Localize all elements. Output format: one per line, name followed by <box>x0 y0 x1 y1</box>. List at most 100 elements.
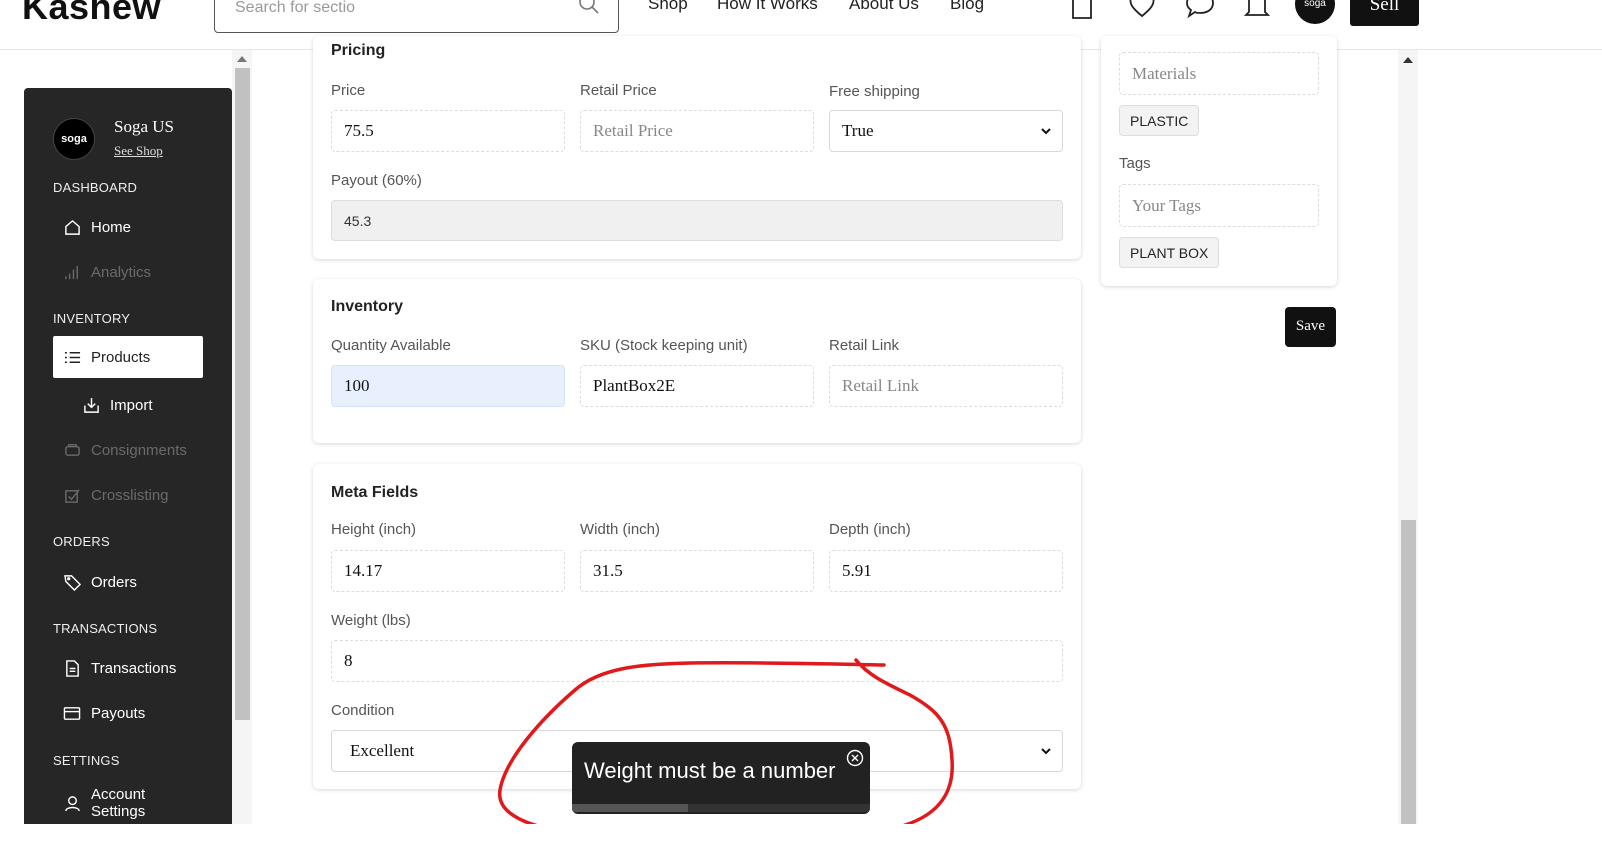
section-settings: SETTINGS <box>53 753 120 768</box>
meta-fields-title: Meta Fields <box>331 484 419 501</box>
width-field[interactable]: 31.5 <box>580 550 814 592</box>
sku-field[interactable]: PlantBox2E <box>580 365 814 407</box>
weight-label: Weight (lbs) <box>331 612 411 629</box>
tags-label: Tags <box>1119 155 1151 172</box>
sidebar-item-label: Transactions <box>91 659 177 677</box>
quantity-field[interactable]: 100 <box>331 365 565 407</box>
tag-icon <box>63 573 81 591</box>
sidebar-item-payouts[interactable]: Payouts <box>53 692 203 734</box>
search-input[interactable] <box>235 0 565 19</box>
payout-field: 45.3 <box>331 200 1063 241</box>
sidebar-item-home[interactable]: Home <box>53 206 203 248</box>
nav-blog[interactable]: Blog <box>950 0 984 14</box>
section-transactions: TRANSACTIONS <box>53 621 158 636</box>
tag-chip[interactable]: PLANT BOX <box>1119 237 1220 268</box>
home-icon <box>63 218 81 236</box>
scroll-up-arrow-icon[interactable] <box>237 56 247 62</box>
sidebar-item-crosslisting[interactable]: Crosslisting <box>53 474 203 516</box>
account-label-line2: Settings <box>91 803 146 820</box>
sidebar-item-label: Consignments <box>91 441 187 459</box>
height-label: Height (inch) <box>331 521 417 538</box>
user-icon <box>63 794 81 812</box>
pricing-card: Pricing Price 75.5 Retail Price Retail P… <box>313 36 1081 259</box>
free-shipping-value: True <box>842 121 874 140</box>
chevron-down-icon <box>1041 748 1051 755</box>
sidebar-item-label: Crosslisting <box>91 486 169 504</box>
list-icon <box>63 348 81 366</box>
toast-message: Weight must be a number <box>584 758 836 783</box>
sidebar-item-label: Home <box>91 218 132 236</box>
inventory-card: Inventory Quantity Available 100 SKU (St… <box>313 279 1081 443</box>
shop-name: Soga US <box>114 117 174 136</box>
attributes-card: Materials PLASTIC Tags Your Tags PLANT B… <box>1101 36 1337 286</box>
kashew-logo[interactable]: Kashew <box>22 0 161 28</box>
retail-link-label: Retail Link <box>829 337 900 354</box>
meta-fields-card: Meta Fields Height (inch) 14.17 Width (i… <box>313 464 1081 789</box>
pricing-title: Pricing <box>331 42 386 59</box>
import-icon <box>82 396 100 414</box>
toast-progress-bar <box>572 804 689 812</box>
nav-about-us[interactable]: About Us <box>849 0 919 14</box>
sku-label: SKU (Stock keeping unit) <box>580 337 748 354</box>
price-field[interactable]: 75.5 <box>331 110 565 152</box>
depth-field[interactable]: 5.91 <box>829 550 1063 592</box>
section-orders: ORDERS <box>53 534 110 549</box>
sidebar-item-label: Products <box>91 348 151 366</box>
user-avatar[interactable]: soga <box>1295 0 1335 24</box>
free-shipping-select[interactable]: True <box>829 110 1063 152</box>
material-chip[interactable]: PLASTIC <box>1119 105 1200 136</box>
sidebar-item-products[interactable]: Products <box>53 336 203 378</box>
sidebar-item-label: Payouts <box>91 704 146 722</box>
tags-field[interactable]: Your Tags <box>1119 184 1319 227</box>
sidebar: soga Soga US See Shop DASHBOARD Home Ana… <box>24 88 232 824</box>
error-toast: Weight must be a number <box>572 742 870 814</box>
sidebar-item-label: Orders <box>91 573 137 591</box>
materials-field[interactable]: Materials <box>1119 52 1319 95</box>
page-scrollbar-thumb[interactable] <box>1401 520 1416 824</box>
payout-label: Payout (60%) <box>331 172 422 189</box>
retail-price-label: Retail Price <box>580 82 657 99</box>
consignment-icon <box>63 441 81 459</box>
listing-icon[interactable] <box>1070 0 1100 20</box>
heart-icon[interactable] <box>1127 0 1157 20</box>
analytics-icon <box>63 263 81 281</box>
close-icon[interactable] <box>846 749 864 767</box>
save-button[interactable]: Save <box>1285 307 1336 347</box>
crosslisting-icon <box>63 486 81 504</box>
width-label: Width (inch) <box>580 521 661 538</box>
nav-shop[interactable]: Shop <box>648 0 688 14</box>
card-icon <box>63 704 81 722</box>
quantity-label: Quantity Available <box>331 337 451 354</box>
sidebar-scrollbar-thumb[interactable] <box>235 68 250 720</box>
section-inventory: INVENTORY <box>53 311 131 326</box>
scroll-up-arrow-icon[interactable] <box>1403 57 1413 63</box>
see-shop-link[interactable]: See Shop <box>114 143 163 159</box>
sidebar-item-consignments[interactable]: Consignments <box>53 429 203 471</box>
sell-button[interactable]: Sell <box>1350 0 1419 26</box>
sidebar-item-account-settings[interactable]: Account Settings <box>53 782 203 824</box>
sidebar-item-label: Analytics <box>91 263 152 281</box>
chat-icon[interactable] <box>1185 0 1215 20</box>
nav-how-it-works[interactable]: How It Works <box>717 0 818 14</box>
sidebar-item-import[interactable]: Import <box>72 384 222 426</box>
free-shipping-label: Free shipping <box>829 83 920 100</box>
sidebar-item-label: Import <box>110 396 153 414</box>
inventory-title: Inventory <box>331 298 404 315</box>
sidebar-item-analytics[interactable]: Analytics <box>53 251 203 293</box>
search-icon[interactable] <box>577 0 601 16</box>
weight-field[interactable]: 8 <box>331 640 1063 682</box>
bell-icon[interactable] <box>1242 0 1272 20</box>
sidebar-item-label: Account Settings <box>91 786 145 820</box>
section-dashboard: DASHBOARD <box>53 180 138 195</box>
condition-label: Condition <box>331 702 395 719</box>
shop-avatar: soga <box>53 118 95 160</box>
sidebar-item-transactions[interactable]: Transactions <box>53 647 203 689</box>
search-box <box>214 0 619 33</box>
height-field[interactable]: 14.17 <box>331 550 565 592</box>
retail-price-field[interactable]: Retail Price <box>580 110 814 152</box>
depth-label: Depth (inch) <box>829 521 911 538</box>
price-label: Price <box>331 82 366 99</box>
document-icon <box>63 659 81 677</box>
retail-link-field[interactable]: Retail Link <box>829 365 1063 407</box>
sidebar-item-orders[interactable]: Orders <box>53 561 203 603</box>
